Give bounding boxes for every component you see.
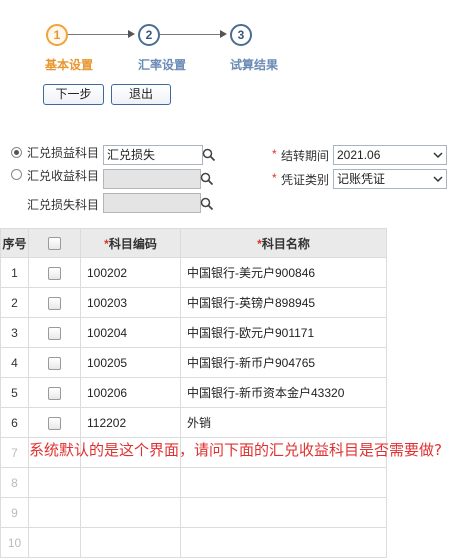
step-1-label: 基本设置 — [45, 58, 94, 72]
select-all-checkbox[interactable] — [48, 237, 61, 251]
select-all-cell[interactable] — [28, 228, 81, 258]
table-row[interactable]: 10 — [0, 527, 387, 558]
voucher-select[interactable]: 记账凭证 — [333, 169, 447, 189]
table-row[interactable]: 9 — [0, 497, 387, 528]
table-row[interactable]: 3 100204 中国银行-欧元户901171 — [0, 317, 387, 348]
required-mark: * — [272, 171, 277, 185]
period-select[interactable]: 2021.06 — [333, 145, 447, 165]
row-checkbox-cell[interactable] — [28, 347, 81, 378]
required-mark: * — [272, 147, 277, 161]
period-value: 2021.06 — [337, 148, 381, 162]
row-index: 7 — [0, 437, 29, 468]
row-index: 9 — [0, 497, 29, 528]
account-code[interactable]: 100205 — [80, 347, 181, 378]
row-checkbox-cell[interactable] — [28, 467, 81, 498]
table-row[interactable]: 8 — [0, 467, 387, 498]
row-checkbox[interactable] — [48, 296, 61, 310]
account-code[interactable]: 112202 — [80, 407, 181, 438]
table-row[interactable]: 4 100205 中国银行-新币户904765 — [0, 347, 387, 378]
table-row[interactable]: 2 100203 中国银行-英镑户898945 — [0, 287, 387, 318]
account-name[interactable] — [180, 527, 387, 558]
col-name-label: 科目名称 — [261, 236, 310, 251]
income-input — [103, 169, 201, 189]
row-checkbox[interactable] — [48, 416, 61, 430]
period-label: 结转期间 — [281, 149, 330, 163]
col-code-header[interactable]: *科目编码 — [80, 228, 181, 258]
account-name[interactable]: 中国银行-英镑户898945 — [180, 287, 387, 318]
loss-input — [103, 193, 201, 213]
chevron-down-icon — [433, 176, 443, 183]
row-index: 2 — [0, 287, 29, 318]
account-name[interactable]: 中国银行-美元户900846 — [180, 257, 387, 288]
row-checkbox-cell[interactable] — [28, 497, 81, 528]
step-3-circle: 3 — [230, 24, 252, 46]
row-checkbox[interactable] — [48, 326, 61, 340]
row-checkbox-cell[interactable] — [28, 317, 81, 348]
row-index: 1 — [0, 257, 29, 288]
voucher-value: 记账凭证 — [337, 172, 386, 186]
gain-loss-label: 汇兑损益科目 — [27, 146, 100, 160]
row-index: 5 — [0, 377, 29, 408]
step-2-label: 汇率设置 — [138, 58, 187, 72]
account-code[interactable] — [80, 497, 181, 528]
row-checkbox-cell[interactable] — [28, 257, 81, 288]
search-icon[interactable] — [200, 197, 214, 211]
account-code[interactable]: 100206 — [80, 377, 181, 408]
table-header-row: 序号 *科目编码 *科目名称 — [0, 228, 387, 258]
step-3-label: 试算结果 — [230, 58, 279, 72]
account-code[interactable]: 100204 — [80, 317, 181, 348]
search-icon[interactable] — [200, 172, 214, 186]
col-index-header: 序号 — [0, 228, 29, 258]
col-code-label: 科目编码 — [108, 236, 157, 251]
account-code[interactable] — [80, 467, 181, 498]
step-2-circle: 2 — [138, 24, 160, 46]
question-annotation: 系统默认的是这个界面，请问下面的汇兑收益科目是否需要做? — [29, 441, 442, 459]
row-index: 10 — [0, 527, 29, 558]
income-radio[interactable] — [11, 169, 22, 180]
account-name[interactable]: 中国银行-欧元户901171 — [180, 317, 387, 348]
table-row[interactable]: 1 100202 中国银行-美元户900846 — [0, 257, 387, 288]
row-checkbox[interactable] — [48, 356, 61, 370]
voucher-label: 凭证类别 — [281, 173, 330, 187]
gain-loss-radio[interactable] — [11, 147, 22, 158]
account-name[interactable] — [180, 497, 387, 528]
step-connector — [160, 34, 222, 35]
arrow-right-icon — [128, 30, 135, 38]
row-index: 4 — [0, 347, 29, 378]
row-index: 8 — [0, 467, 29, 498]
row-index: 3 — [0, 317, 29, 348]
search-icon[interactable] — [202, 148, 216, 162]
arrow-right-icon — [220, 30, 227, 38]
account-code[interactable]: 100202 — [80, 257, 181, 288]
next-step-button[interactable]: 下一步 — [43, 84, 104, 105]
chevron-down-icon — [433, 152, 443, 159]
row-checkbox[interactable] — [48, 386, 61, 400]
row-checkbox-cell[interactable] — [28, 287, 81, 318]
row-checkbox[interactable] — [48, 266, 61, 280]
row-index: 6 — [0, 407, 29, 438]
account-name[interactable]: 中国银行-新币户904765 — [180, 347, 387, 378]
account-name[interactable]: 中国银行-新币资本金户43320 — [180, 377, 387, 408]
income-label: 汇兑收益科目 — [27, 169, 100, 183]
row-checkbox-cell[interactable] — [28, 527, 81, 558]
step-1-circle: 1 — [46, 24, 68, 46]
table-row[interactable]: 6 112202 外销 — [0, 407, 387, 438]
account-table: 序号 *科目编码 *科目名称 1 100202 中国银行-美元户900846 2… — [0, 228, 387, 558]
table-row[interactable]: 5 100206 中国银行-新币资本金户43320 — [0, 377, 387, 408]
col-name-header[interactable]: *科目名称 — [180, 228, 387, 258]
account-name[interactable]: 外销 — [180, 407, 387, 438]
account-code[interactable]: 100203 — [80, 287, 181, 318]
exit-button[interactable]: 退出 — [111, 84, 171, 105]
loss-label: 汇兑损失科目 — [27, 198, 100, 212]
step-connector — [68, 34, 130, 35]
account-code[interactable] — [80, 527, 181, 558]
row-checkbox-cell[interactable] — [28, 377, 81, 408]
gain-loss-input[interactable]: 汇兑损失 — [103, 145, 203, 165]
row-checkbox-cell[interactable] — [28, 407, 81, 438]
account-name[interactable] — [180, 467, 387, 498]
